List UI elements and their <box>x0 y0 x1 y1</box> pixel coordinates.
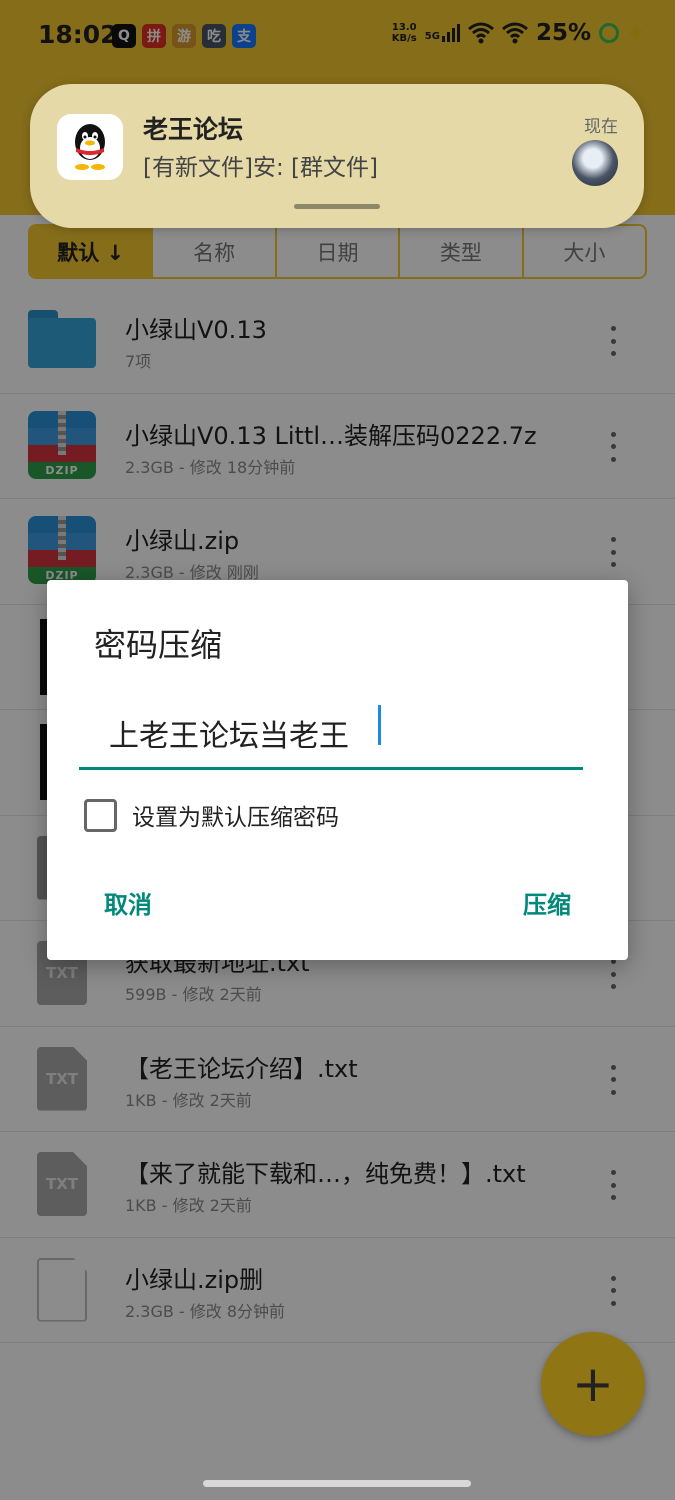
add-button[interactable]: + <box>541 1332 645 1436</box>
notification-time: 现在 <box>584 117 618 137</box>
notification-body: [有新文件]安: [群文件] <box>143 155 378 181</box>
default-password-checkbox[interactable] <box>84 798 117 832</box>
checkbox-label: 设置为默认压缩密码 <box>132 805 339 831</box>
password-input[interactable] <box>79 698 583 770</box>
compress-button[interactable]: 压缩 <box>523 885 571 920</box>
notification-card[interactable]: 老王论坛 [有新文件]安: [群文件] 现在 <box>30 84 644 228</box>
notification-title: 老王论坛 <box>143 115 244 144</box>
cancel-button[interactable]: 取消 <box>104 885 152 920</box>
text-caret <box>378 705 381 745</box>
dialog-title: 密码压缩 <box>94 626 223 664</box>
avatar <box>572 140 618 186</box>
qq-icon <box>57 114 123 180</box>
password-compress-dialog: 密码压缩 设置为默认压缩密码 取消 压缩 <box>47 580 628 960</box>
notification-drag-handle[interactable] <box>294 204 380 209</box>
default-password-checkbox-row[interactable]: 设置为默认压缩密码 <box>84 798 339 832</box>
gesture-nav-handle[interactable] <box>203 1480 471 1487</box>
